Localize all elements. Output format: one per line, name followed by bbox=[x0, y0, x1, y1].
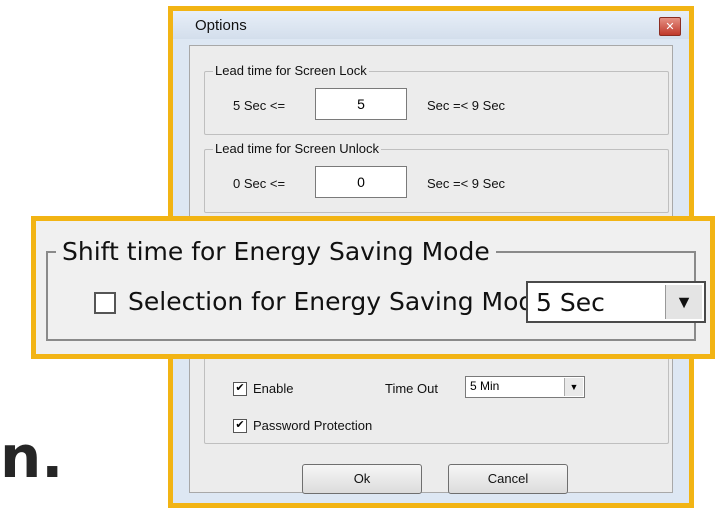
enable-checkbox[interactable]: ✔ bbox=[233, 382, 247, 396]
screen-unlock-min-label: 0 Sec <= bbox=[233, 176, 286, 191]
screen-lock-input[interactable]: 5 bbox=[315, 88, 407, 120]
screen-unlock-max-label: Sec =< 9 Sec bbox=[427, 176, 506, 191]
ok-button[interactable]: Ok bbox=[302, 464, 422, 494]
screen-lock-group: Lead time for Screen Lock 5 Sec <= 5 Sec… bbox=[204, 63, 669, 135]
screen-unlock-input[interactable]: 0 bbox=[315, 166, 407, 198]
enable-label: Enable bbox=[253, 381, 294, 396]
screen-lock-min-label: 5 Sec <= bbox=[233, 98, 286, 113]
screen-unlock-group: Lead time for Screen Unlock 0 Sec <= 0 S… bbox=[204, 141, 669, 213]
energy-saving-legend: Shift time for Energy Saving Mode bbox=[56, 237, 496, 266]
energy-saving-checkbox[interactable] bbox=[94, 292, 116, 314]
timeout-label: Time Out bbox=[385, 381, 438, 396]
energy-saving-select[interactable]: 5 Sec ▼ bbox=[526, 281, 706, 323]
screen-unlock-legend: Lead time for Screen Unlock bbox=[213, 141, 382, 156]
screen-lock-max-label: Sec =< 9 Sec bbox=[427, 98, 506, 113]
screen-lock-legend: Lead time for Screen Lock bbox=[213, 63, 369, 78]
energy-saving-callout: Shift time for Energy Saving Mode Select… bbox=[31, 216, 715, 359]
close-button[interactable]: ✕ bbox=[659, 17, 681, 36]
background-caption-fragment: n. bbox=[0, 423, 64, 491]
dialog-title: Options bbox=[195, 17, 247, 34]
password-checkbox[interactable]: ✔ bbox=[233, 419, 247, 433]
screensaver-group: ✔ Enable Time Out 5 Min ▼ ✔ Password Pro… bbox=[204, 346, 669, 444]
title-bar: Options ✕ bbox=[173, 11, 689, 39]
energy-saving-checkbox-label: Selection for Energy Saving Mode bbox=[128, 287, 550, 316]
chevron-down-icon: ▼ bbox=[564, 378, 583, 396]
energy-saving-select-value: 5 Sec bbox=[536, 288, 605, 317]
close-icon: ✕ bbox=[665, 20, 675, 33]
chevron-down-icon[interactable]: ▼ bbox=[665, 285, 702, 319]
cancel-button[interactable]: Cancel bbox=[448, 464, 568, 494]
password-label: Password Protection bbox=[253, 418, 373, 433]
timeout-select[interactable]: 5 Min ▼ bbox=[465, 376, 585, 398]
timeout-value: 5 Min bbox=[470, 379, 500, 393]
